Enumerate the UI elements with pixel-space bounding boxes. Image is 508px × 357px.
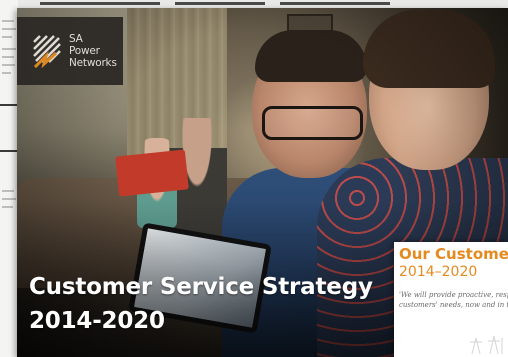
- background-document-rule: [0, 104, 18, 106]
- cover-headline: Customer Service Strategy 2014-2020: [29, 270, 409, 338]
- inset-years: 2014–2020: [399, 264, 478, 280]
- brochure-collage: SA Power Networks Customer Service Strat…: [0, 0, 508, 357]
- background-document-top: [0, 0, 508, 8]
- background-document-line: [280, 2, 390, 5]
- inset-title: Our Customer: [399, 245, 508, 263]
- background-document-line: [2, 64, 15, 66]
- background-document-line: [2, 56, 14, 58]
- logo-text-line: SA: [69, 33, 83, 45]
- background-document-line: [2, 36, 12, 38]
- background-document-rule: [0, 150, 18, 152]
- background-document-line: [40, 2, 160, 5]
- inset-quote-line: customers' needs, now and in the f: [399, 301, 508, 309]
- power-pylon-decoration-icon: [470, 335, 503, 354]
- background-document-line: [2, 20, 14, 22]
- logo-text-line: Power: [69, 45, 100, 57]
- background-document-line: [2, 198, 16, 200]
- background-document-line: [2, 28, 16, 30]
- sa-power-networks-logo: SA Power Networks: [17, 17, 123, 85]
- headline-title: Customer Service Strategy: [29, 274, 373, 300]
- sa-power-networks-logo-icon: [33, 35, 61, 68]
- logo-wordmark: SA Power Networks: [69, 33, 117, 69]
- logo-text-line: Networks: [69, 57, 117, 69]
- inset-quote-line: 'We will provide proactive, responsi: [399, 291, 508, 299]
- background-document-line: [2, 72, 11, 74]
- background-document-line: [2, 206, 13, 208]
- background-document-line: [2, 48, 16, 50]
- background-document-line: [175, 2, 265, 5]
- background-document-line: [2, 190, 14, 192]
- our-customer-page: Our Customer 2014–2020 'We will provide …: [394, 242, 508, 357]
- headline-years: 2014-2020: [29, 308, 165, 334]
- inset-quote: 'We will provide proactive, responsi cus…: [399, 290, 508, 310]
- background-document-left: [0, 0, 18, 357]
